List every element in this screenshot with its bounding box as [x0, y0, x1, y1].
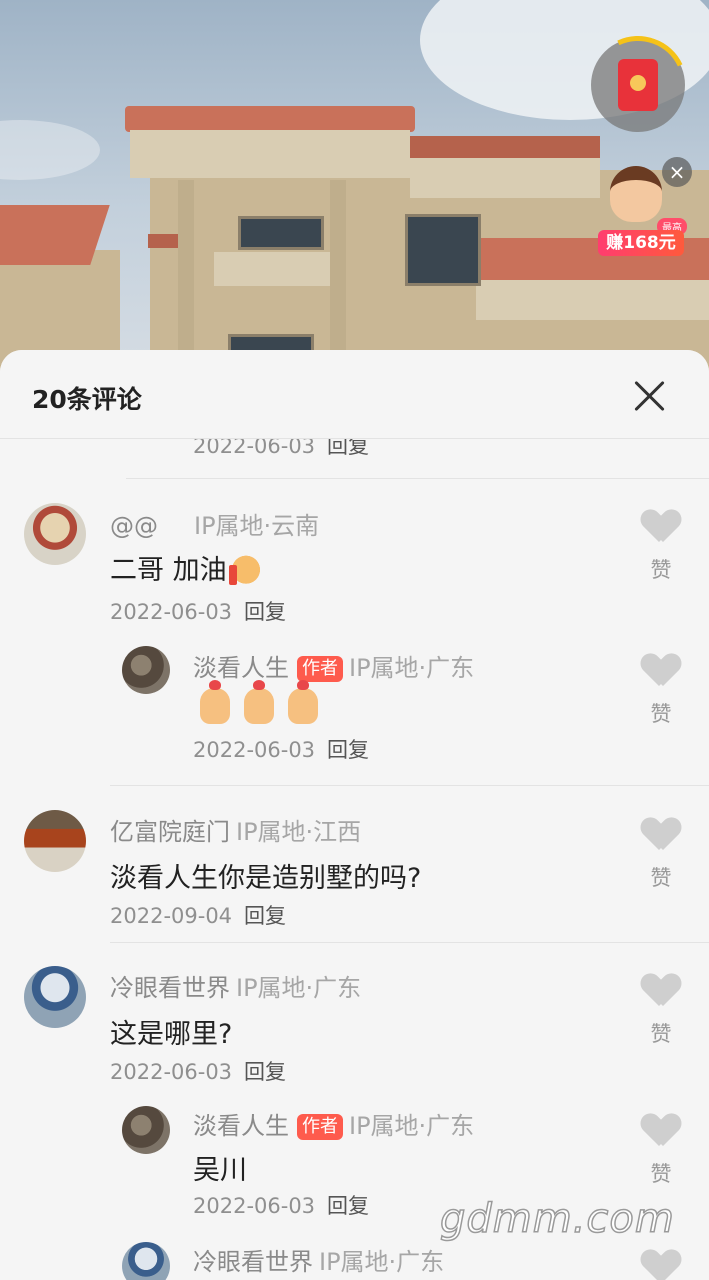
author-name[interactable]: 淡看人生 [193, 1112, 289, 1140]
reply-author[interactable]: 冷眼看世界 IP属地·广东 [193, 1242, 444, 1277]
comment-author[interactable]: 亿富院庭门 IP属地·江西 [110, 812, 361, 847]
comment-body: 这是哪里? [110, 1019, 233, 1050]
like-label: 赞 [650, 702, 672, 726]
ip-location: IP属地·云南 [194, 512, 320, 540]
ip-location: IP属地·广东 [349, 1112, 475, 1140]
window [238, 216, 324, 250]
heart-icon [643, 974, 679, 1006]
like-button[interactable]: 赞 [641, 818, 681, 892]
finger-heart-emoji-icon [288, 680, 318, 724]
reply-button[interactable]: 回复 [244, 600, 286, 624]
author-name[interactable]: 淡看人生 [193, 654, 289, 682]
like-button[interactable]: 赞 [641, 974, 681, 1048]
avatar[interactable] [24, 966, 86, 1028]
comment-text[interactable]: 这是哪里? [110, 1012, 232, 1051]
author-name[interactable]: 冷眼看世界 [193, 1248, 313, 1276]
reply-button[interactable]: 回复 [244, 904, 286, 928]
roof-main [125, 106, 415, 132]
author-badge: 作者 [297, 1114, 343, 1140]
heart-icon [643, 818, 679, 850]
reply-button[interactable]: 回复 [327, 738, 369, 762]
watermark: gdmm.com [439, 1195, 675, 1243]
comment-count-title: 20条评论 [32, 385, 142, 414]
heart-icon [643, 1250, 679, 1280]
divider [110, 942, 709, 943]
avatar[interactable] [122, 1242, 170, 1280]
author-name[interactable]: @@ [110, 512, 158, 540]
balcony [214, 252, 330, 286]
like-label: 赞 [650, 1162, 672, 1186]
author-name[interactable]: 冷眼看世界 [110, 974, 230, 1002]
avatar[interactable] [24, 503, 86, 565]
ip-location: IP属地·广东 [319, 1248, 445, 1276]
like-label: 赞 [650, 866, 672, 890]
like-button[interactable]: 赞 [641, 1114, 681, 1188]
avatar[interactable] [122, 646, 170, 694]
heart-icon [643, 654, 679, 686]
comment-meta: 2022-06-03 回复 [110, 1056, 286, 1086]
reply-text[interactable] [200, 680, 332, 731]
like-label: 赞 [650, 558, 672, 582]
reply-button[interactable]: 回复 [327, 1194, 369, 1218]
cloud [0, 120, 100, 180]
eave [130, 130, 410, 178]
comment-body: 淡看人生你是造别墅的吗? [110, 863, 422, 894]
comment-date: 2022-06-03 [110, 600, 233, 624]
divider [126, 478, 709, 479]
ip-location: IP属地·广东 [349, 654, 475, 682]
roof-mid [410, 136, 600, 160]
comment-meta: 2022-09-04 回复 [110, 900, 286, 930]
sheet-header: 20条评论 [0, 350, 709, 438]
comment-meta: 2022-06-03 回复 [193, 1190, 369, 1220]
promo-close-icon[interactable]: × [662, 157, 692, 187]
reply-author[interactable]: 淡看人生 作者 IP属地·广东 [193, 1106, 474, 1141]
comment-date: 2022-06-03 [110, 1060, 233, 1084]
comment-meta: 2022-06-03 回复 [193, 734, 369, 764]
comment-author[interactable]: 冷眼看世界 IP属地·广东 [110, 968, 361, 1003]
like-button[interactable]: 赞 [641, 654, 681, 728]
heart-icon [643, 510, 679, 542]
comment-text[interactable]: 二哥 加油 [110, 548, 263, 587]
comment-meta: 2022-06-03 回复 [110, 596, 286, 626]
reply-text[interactable]: 吴川 [193, 1148, 247, 1187]
eave [410, 158, 600, 198]
finger-heart-emoji-icon [200, 680, 230, 724]
header-divider [0, 438, 709, 439]
author-badge: 作者 [297, 656, 343, 682]
like-button[interactable] [641, 1250, 681, 1280]
avatar[interactable] [24, 810, 86, 872]
character-icon [610, 166, 662, 222]
close-icon[interactable] [628, 374, 672, 418]
avatar[interactable] [122, 1106, 170, 1154]
comment-date: 2022-06-03 [193, 1194, 316, 1218]
window [405, 214, 481, 286]
ip-location: IP属地·江西 [236, 818, 362, 846]
comment-date: 2022-06-03 [193, 738, 316, 762]
thumbs-up-emoji-icon [228, 551, 263, 585]
comments-sheet: 20条评论 2022-06-03 回复 @@ IP属地·云南 二哥 加油 2022-… [0, 350, 709, 1280]
promo-amount[interactable]: 赚168元 [598, 230, 684, 256]
comment-date: 2022-09-04 [110, 904, 233, 928]
divider [110, 785, 709, 786]
finger-heart-emoji-icon [244, 680, 274, 724]
red-envelope-icon [618, 59, 658, 111]
like-button[interactable]: 赞 [641, 510, 681, 584]
reply-button[interactable]: 回复 [244, 1060, 286, 1084]
comment-body: 吴川 [193, 1155, 247, 1186]
comment-body: 二哥 加油 [110, 555, 227, 586]
comment-author[interactable]: @@ IP属地·云南 [110, 506, 319, 541]
author-name[interactable]: 亿富院庭门 [110, 818, 230, 846]
red-packet-button[interactable] [575, 22, 701, 148]
like-label: 赞 [650, 1022, 672, 1046]
heart-icon [643, 1114, 679, 1146]
eave [476, 280, 709, 320]
ip-location: IP属地·广东 [236, 974, 362, 1002]
reply-author[interactable]: 淡看人生 作者 IP属地·广东 [193, 648, 474, 683]
comment-text[interactable]: 淡看人生你是造别墅的吗? [110, 856, 421, 895]
